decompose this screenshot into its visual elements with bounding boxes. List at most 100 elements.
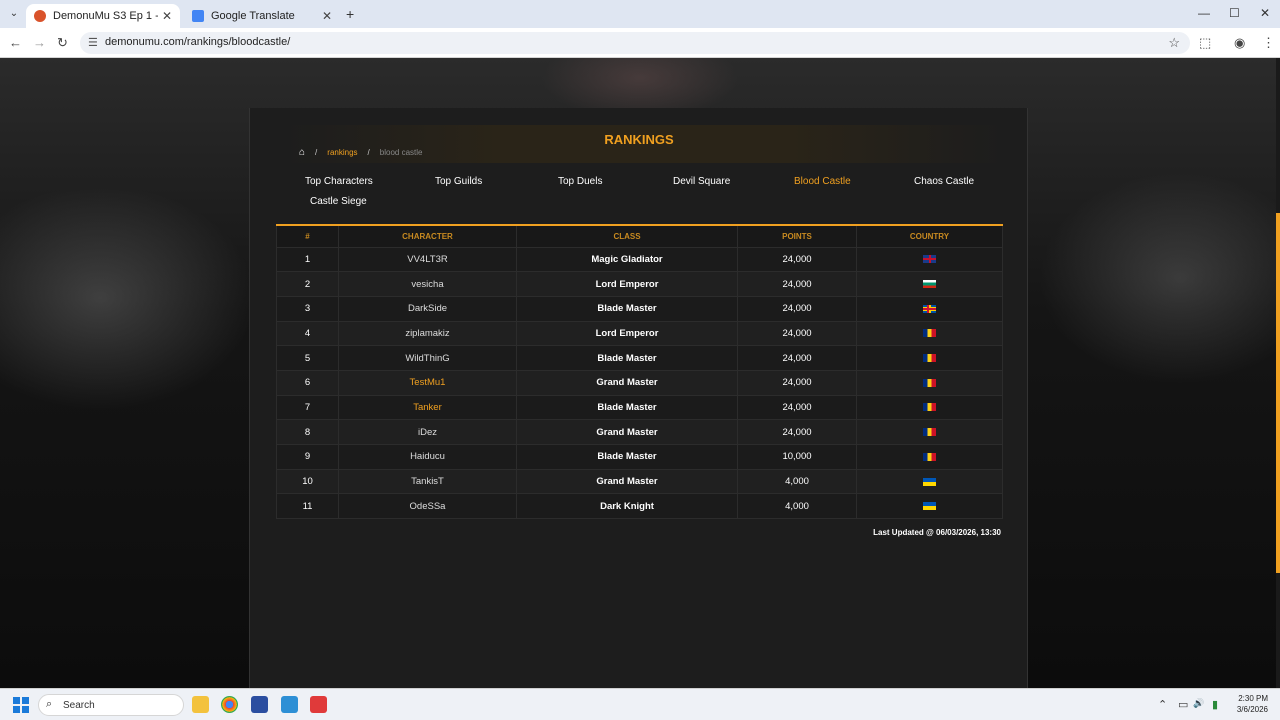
menu-castle-siege[interactable]: Castle Siege: [310, 196, 367, 207]
volume-icon[interactable]: 🔊: [1193, 698, 1204, 709]
taskbar-search-field[interactable]: ⌕ Search: [38, 694, 184, 716]
column-header-class: CLASS: [516, 224, 738, 248]
character-cell[interactable]: Haiducu: [338, 444, 517, 470]
url-text: demonumu.com/rankings/bloodcastle/: [105, 36, 291, 48]
page-background: RANKINGS ⌂ / rankings / blood castle Top…: [0, 58, 1280, 688]
rank-cell: 8: [276, 419, 339, 445]
character-cell[interactable]: DarkSide: [338, 295, 517, 322]
tab-rankings[interactable]: DemonuMu S3 Ep 1 - Rankings ✕: [26, 4, 180, 28]
breadcrumb-rankings-link[interactable]: rankings: [327, 148, 357, 157]
extensions-icon[interactable]: ⬚: [1199, 35, 1211, 51]
anydesk-icon[interactable]: [310, 696, 327, 713]
table-row: 10 TankisT Grand Master 4,000: [276, 468, 1003, 495]
ro-flag-icon: [923, 428, 936, 437]
ua-flag-icon: [923, 477, 936, 486]
country-cell: [856, 345, 1003, 371]
taskbar-clock[interactable]: 2:30 PM 3/6/2026: [1237, 693, 1268, 715]
forward-icon[interactable]: →: [33, 35, 46, 50]
back-icon[interactable]: ←: [9, 35, 22, 50]
class-cell: Blade Master: [516, 295, 738, 322]
notepad-icon[interactable]: [281, 696, 298, 713]
chrome-icon[interactable]: [221, 696, 238, 713]
menu-chaos-castle[interactable]: Chaos Castle: [914, 176, 974, 187]
breadcrumb-separator: /: [315, 148, 318, 157]
table-row: 6 TestMu1 Grand Master 24,000: [276, 369, 1003, 396]
menu-top-characters[interactable]: Top Characters: [305, 176, 373, 187]
character-cell[interactable]: VV4LT3R: [338, 246, 517, 273]
country-cell: [856, 394, 1003, 421]
page-scrollbar[interactable]: [1276, 58, 1280, 688]
scrollbar-thumb[interactable]: [1276, 213, 1280, 573]
class-cell: Magic Gladiator: [516, 246, 738, 273]
points-cell: 24,000: [737, 246, 857, 273]
character-cell[interactable]: ziplamakiz: [338, 320, 517, 347]
profile-icon[interactable]: ◉: [1234, 35, 1245, 51]
ua-flag-icon: [923, 502, 936, 511]
column-header-character: CHARACTER: [338, 224, 517, 248]
rankings-table: # CHARACTER CLASS POINTS COUNTRY 1 VV4LT3…: [276, 224, 1003, 520]
rank-cell: 3: [276, 295, 339, 322]
character-cell[interactable]: vesicha: [338, 271, 517, 297]
country-cell: [856, 468, 1003, 495]
address-bar: ← → ↻ ☰ demonumu.com/rankings/bloodcastl…: [0, 28, 1280, 58]
minimize-icon[interactable]: —: [1198, 6, 1210, 20]
page-title: RANKINGS: [604, 132, 674, 147]
character-cell[interactable]: iDez: [338, 419, 517, 445]
breadcrumb-current: blood castle: [379, 148, 423, 157]
points-cell: 24,000: [737, 419, 857, 445]
ro-flag-icon: [923, 329, 936, 338]
character-cell[interactable]: TankisT: [338, 468, 517, 495]
country-cell: [856, 419, 1003, 445]
points-cell: 24,000: [737, 369, 857, 396]
menu-devil-square[interactable]: Devil Square: [673, 176, 730, 187]
browser-menu-icon[interactable]: ⋮: [1262, 35, 1275, 51]
url-field[interactable]: ☰ demonumu.com/rankings/bloodcastle/ ☆: [80, 32, 1190, 54]
tab-google-translate[interactable]: Google Translate ✕: [184, 4, 340, 28]
bookmark-star-icon[interactable]: ☆: [1168, 35, 1180, 51]
character-cell[interactable]: WildThinG: [338, 345, 517, 371]
tab-title: Google Translate: [211, 10, 295, 22]
tab-list-icon[interactable]: ⌄: [6, 6, 22, 22]
character-cell[interactable]: Tanker: [338, 394, 517, 421]
tray-chevron-icon[interactable]: ⌃: [1158, 698, 1167, 711]
table-row: 2 vesicha Lord Emperor 24,000: [276, 271, 1003, 297]
table-row: 7 Tanker Blade Master 24,000: [276, 394, 1003, 421]
close-tab-icon[interactable]: ✕: [322, 9, 332, 23]
home-icon[interactable]: ⌂: [299, 147, 305, 158]
close-window-icon[interactable]: ✕: [1260, 6, 1270, 20]
maximize-icon[interactable]: ☐: [1229, 6, 1240, 20]
points-cell: 24,000: [737, 320, 857, 347]
points-cell: 10,000: [737, 444, 857, 470]
class-cell: Grand Master: [516, 369, 738, 396]
windows-start-icon[interactable]: [13, 697, 29, 713]
windows-taskbar: ⌕ Search ⌃ ▭ 🔊 ▮ 2:30 PM 3/6/2026: [0, 688, 1280, 720]
country-cell: [856, 271, 1003, 297]
class-cell: Lord Emperor: [516, 320, 738, 347]
class-cell: Blade Master: [516, 444, 738, 470]
app-icon[interactable]: [251, 696, 268, 713]
ro-flag-icon: [923, 452, 936, 461]
class-cell: Blade Master: [516, 345, 738, 371]
class-cell: Dark Knight: [516, 493, 738, 520]
rank-cell: 2: [276, 271, 339, 297]
country-cell: [856, 444, 1003, 470]
character-cell[interactable]: OdeSSa: [338, 493, 517, 520]
demonumu-favicon-icon: [34, 10, 46, 22]
close-tab-icon[interactable]: ✕: [162, 9, 172, 23]
new-tab-button[interactable]: +: [346, 6, 354, 22]
battery-icon[interactable]: ▮: [1212, 698, 1218, 711]
rank-cell: 9: [276, 444, 339, 470]
ro-flag-icon: [923, 378, 936, 387]
reload-icon[interactable]: ↻: [57, 35, 68, 51]
table-row: 4 ziplamakiz Lord Emperor 24,000: [276, 320, 1003, 347]
menu-top-guilds[interactable]: Top Guilds: [435, 176, 482, 187]
menu-top-duels[interactable]: Top Duels: [558, 176, 602, 187]
menu-blood-castle[interactable]: Blood Castle: [794, 176, 851, 187]
table-row: 8 iDez Grand Master 24,000: [276, 419, 1003, 445]
breadcrumb-separator: /: [367, 148, 370, 157]
table-row: 5 WildThinG Blade Master 24,000: [276, 345, 1003, 371]
file-explorer-icon[interactable]: [192, 696, 209, 713]
network-icon[interactable]: ▭: [1178, 698, 1188, 711]
character-cell[interactable]: TestMu1: [338, 369, 517, 396]
site-info-icon[interactable]: ☰: [88, 36, 98, 49]
